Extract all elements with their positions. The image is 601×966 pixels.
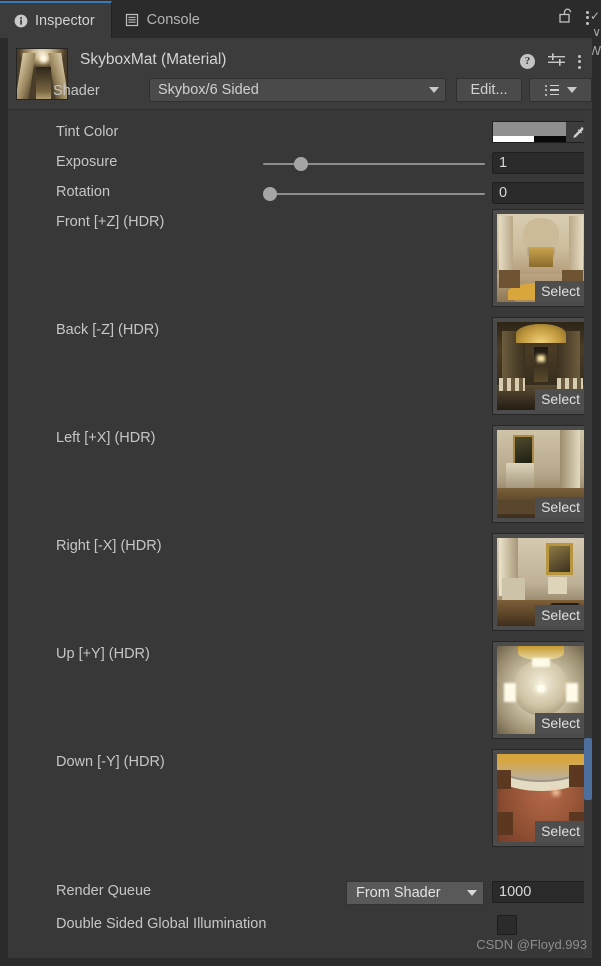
render-queue-value-field[interactable]: 1000: [492, 881, 590, 903]
texture-select-button-left[interactable]: Select: [535, 497, 585, 518]
info-icon: [13, 13, 28, 28]
tab-console[interactable]: Console: [112, 1, 216, 38]
exposure-slider-knob[interactable]: [294, 157, 309, 171]
texture-select-button-up[interactable]: Select: [535, 713, 585, 734]
vertical-scrollbar-thumb[interactable]: [584, 738, 592, 800]
texture-thumbnail-front: Select: [497, 214, 585, 302]
rotation-label: Rotation: [56, 184, 111, 200]
double-sided-gi-label: Double Sided Global Illumination: [56, 916, 267, 932]
page-title: SkyboxMat (Material): [80, 51, 227, 68]
tab-inspector[interactable]: Inspector: [0, 1, 112, 38]
texture-label-front: Front [+Z] (HDR): [56, 214, 165, 230]
chevron-down-icon: [566, 87, 577, 93]
exposure-label: Exposure: [56, 154, 118, 170]
render-queue-mode-value: From Shader: [356, 885, 441, 901]
shader-variant-list-icon: [544, 84, 559, 96]
tint-color-swatch[interactable]: [492, 121, 590, 143]
tint-color-label: Tint Color: [56, 124, 119, 140]
texture-label-down: Down [-Y] (HDR): [56, 754, 165, 770]
console-list-icon: [125, 12, 140, 27]
edge-check-glyph: ✓: [589, 9, 600, 23]
vertical-scrollbar[interactable]: [584, 111, 592, 958]
material-properties: Tint Color Exposure 1 Rotation 0 Front […: [8, 111, 592, 958]
texture-thumbnail-down: Select: [497, 754, 585, 842]
unity-inspector-window: Inspector Console ✓ ∨ W SkyboxMat (Mater…: [0, 0, 601, 966]
shader-row: Shader Skybox/6 Sided Edit...: [8, 78, 592, 104]
texture-thumbnail-back: Select: [497, 322, 585, 410]
texture-label-back: Back [-Z] (HDR): [56, 322, 160, 338]
texture-slot-back[interactable]: Select: [492, 317, 590, 415]
render-queue-label: Render Queue: [56, 883, 152, 899]
exposure-slider[interactable]: [263, 155, 485, 173]
shader-dropdown[interactable]: Skybox/6 Sided: [149, 78, 446, 102]
window-left-border: [0, 38, 8, 958]
render-queue-mode-dropdown[interactable]: From Shader: [346, 881, 484, 905]
texture-label-right: Right [-X] (HDR): [56, 538, 162, 554]
panel-tab-bar: Inspector Console: [0, 0, 601, 38]
texture-select-button-back[interactable]: Select: [535, 389, 585, 410]
shader-label: Shader: [53, 83, 100, 99]
chevron-down-icon: [467, 890, 477, 896]
preset-settings-icon[interactable]: [548, 52, 565, 71]
texture-select-button-front[interactable]: Select: [535, 281, 585, 302]
rotation-slider-track: [263, 193, 485, 195]
tab-inspector-label: Inspector: [35, 12, 95, 29]
texture-select-button-right[interactable]: Select: [535, 605, 585, 626]
double-sided-gi-checkbox[interactable]: [497, 915, 517, 935]
texture-slot-left[interactable]: Select: [492, 425, 590, 523]
adjacent-panel-edge: [592, 0, 601, 966]
chevron-down-icon: [429, 87, 439, 93]
rotation-value-field[interactable]: 0: [492, 182, 590, 204]
edit-shader-button[interactable]: Edit...: [456, 78, 522, 102]
shader-dropdown-value: Skybox/6 Sided: [158, 82, 259, 98]
texture-thumbnail-up: Select: [497, 646, 585, 734]
rotation-slider[interactable]: [263, 185, 485, 203]
material-header-actions: ?: [520, 52, 581, 71]
texture-slot-down[interactable]: Select: [492, 749, 590, 847]
texture-thumbnail-right: Select: [497, 538, 585, 626]
rotation-slider-knob[interactable]: [263, 187, 277, 201]
shader-variant-button[interactable]: [529, 78, 592, 102]
exposure-value-field[interactable]: 1: [492, 152, 590, 174]
help-icon[interactable]: ?: [520, 54, 535, 69]
watermark: CSDN @Floyd.993: [476, 937, 587, 952]
texture-label-left: Left [+X] (HDR): [56, 430, 156, 446]
texture-label-up: Up [+Y] (HDR): [56, 646, 150, 662]
window-bottom-border: [0, 958, 601, 966]
texture-thumbnail-left: Select: [497, 430, 585, 518]
texture-slot-up[interactable]: Select: [492, 641, 590, 739]
padlock-unlocked-icon[interactable]: [558, 7, 573, 28]
kebab-menu-icon[interactable]: [586, 10, 589, 25]
texture-slot-right[interactable]: Select: [492, 533, 590, 631]
edge-chevron-glyph: ∨: [592, 25, 601, 39]
material-header: SkyboxMat (Material) ? Shader Skybox/6 S…: [8, 38, 592, 110]
tab-console-label: Console: [146, 11, 200, 28]
texture-select-button-down[interactable]: Select: [535, 821, 585, 842]
kebab-menu-icon[interactable]: [578, 54, 581, 69]
texture-slot-front[interactable]: Select: [492, 209, 590, 307]
